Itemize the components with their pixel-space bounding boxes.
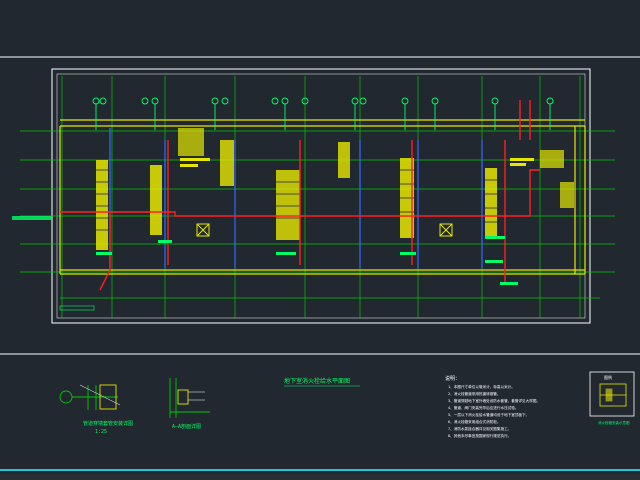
detail-2-caption: A—A剖面详图 xyxy=(172,423,201,430)
note-4: 4、管道、阀门安装完毕后应进行水压试验。 xyxy=(448,405,518,410)
note-6: 6、消火栓箱采用组合式消防柜。 xyxy=(448,419,500,424)
riser-symbols xyxy=(92,97,554,130)
legend-symbol xyxy=(599,383,627,407)
detail-1-scale: 1:25 xyxy=(95,429,107,435)
building-walls xyxy=(59,119,586,275)
legend-caption: 消火栓箱安装示意图 xyxy=(598,420,630,425)
note-8: 8、其他未尽事宜按国家现行规范执行。 xyxy=(448,433,511,438)
plan-labels xyxy=(12,158,534,311)
note-3: 3、管道穿越地下室外墙处设防水套管，套管详见大样图。 xyxy=(448,398,540,403)
hydrant-pipe-network xyxy=(60,100,540,291)
note-7: 7、消防水泵接合器详见相关图集施工。 xyxy=(448,426,511,431)
detail-2-drawing xyxy=(169,378,210,418)
detail-1-caption: 管道穿墙套管安装详图 xyxy=(83,420,133,427)
vertical-axis-lines xyxy=(61,76,581,318)
note-1: 1、本图尺寸单位以毫米计，标高以米计。 xyxy=(448,384,515,389)
detail-1-drawing xyxy=(59,384,121,410)
legend-title: 图例 xyxy=(604,374,612,380)
note-5: 5、一层以下消火栓给水管道均设于地下室顶板下。 xyxy=(448,412,529,417)
plan-inner-boundary xyxy=(56,73,586,319)
plan-title: 地下室消火栓给水平面图 xyxy=(284,377,350,385)
bottom-status-strip xyxy=(0,474,640,480)
cad-drawing-canvas: 管道穿墙套管安装详图 1:25 A—A剖面详图 地下室消火栓给水平面图 说明： … xyxy=(0,56,640,471)
notes-list: 1、本图尺寸单位以毫米计，标高以米计。 2、消火栓管道采用热镀锌钢管。 3、管道… xyxy=(448,384,540,438)
notes-title: 说明： xyxy=(445,375,460,382)
note-2: 2、消火栓管道采用热镀锌钢管。 xyxy=(448,391,500,396)
